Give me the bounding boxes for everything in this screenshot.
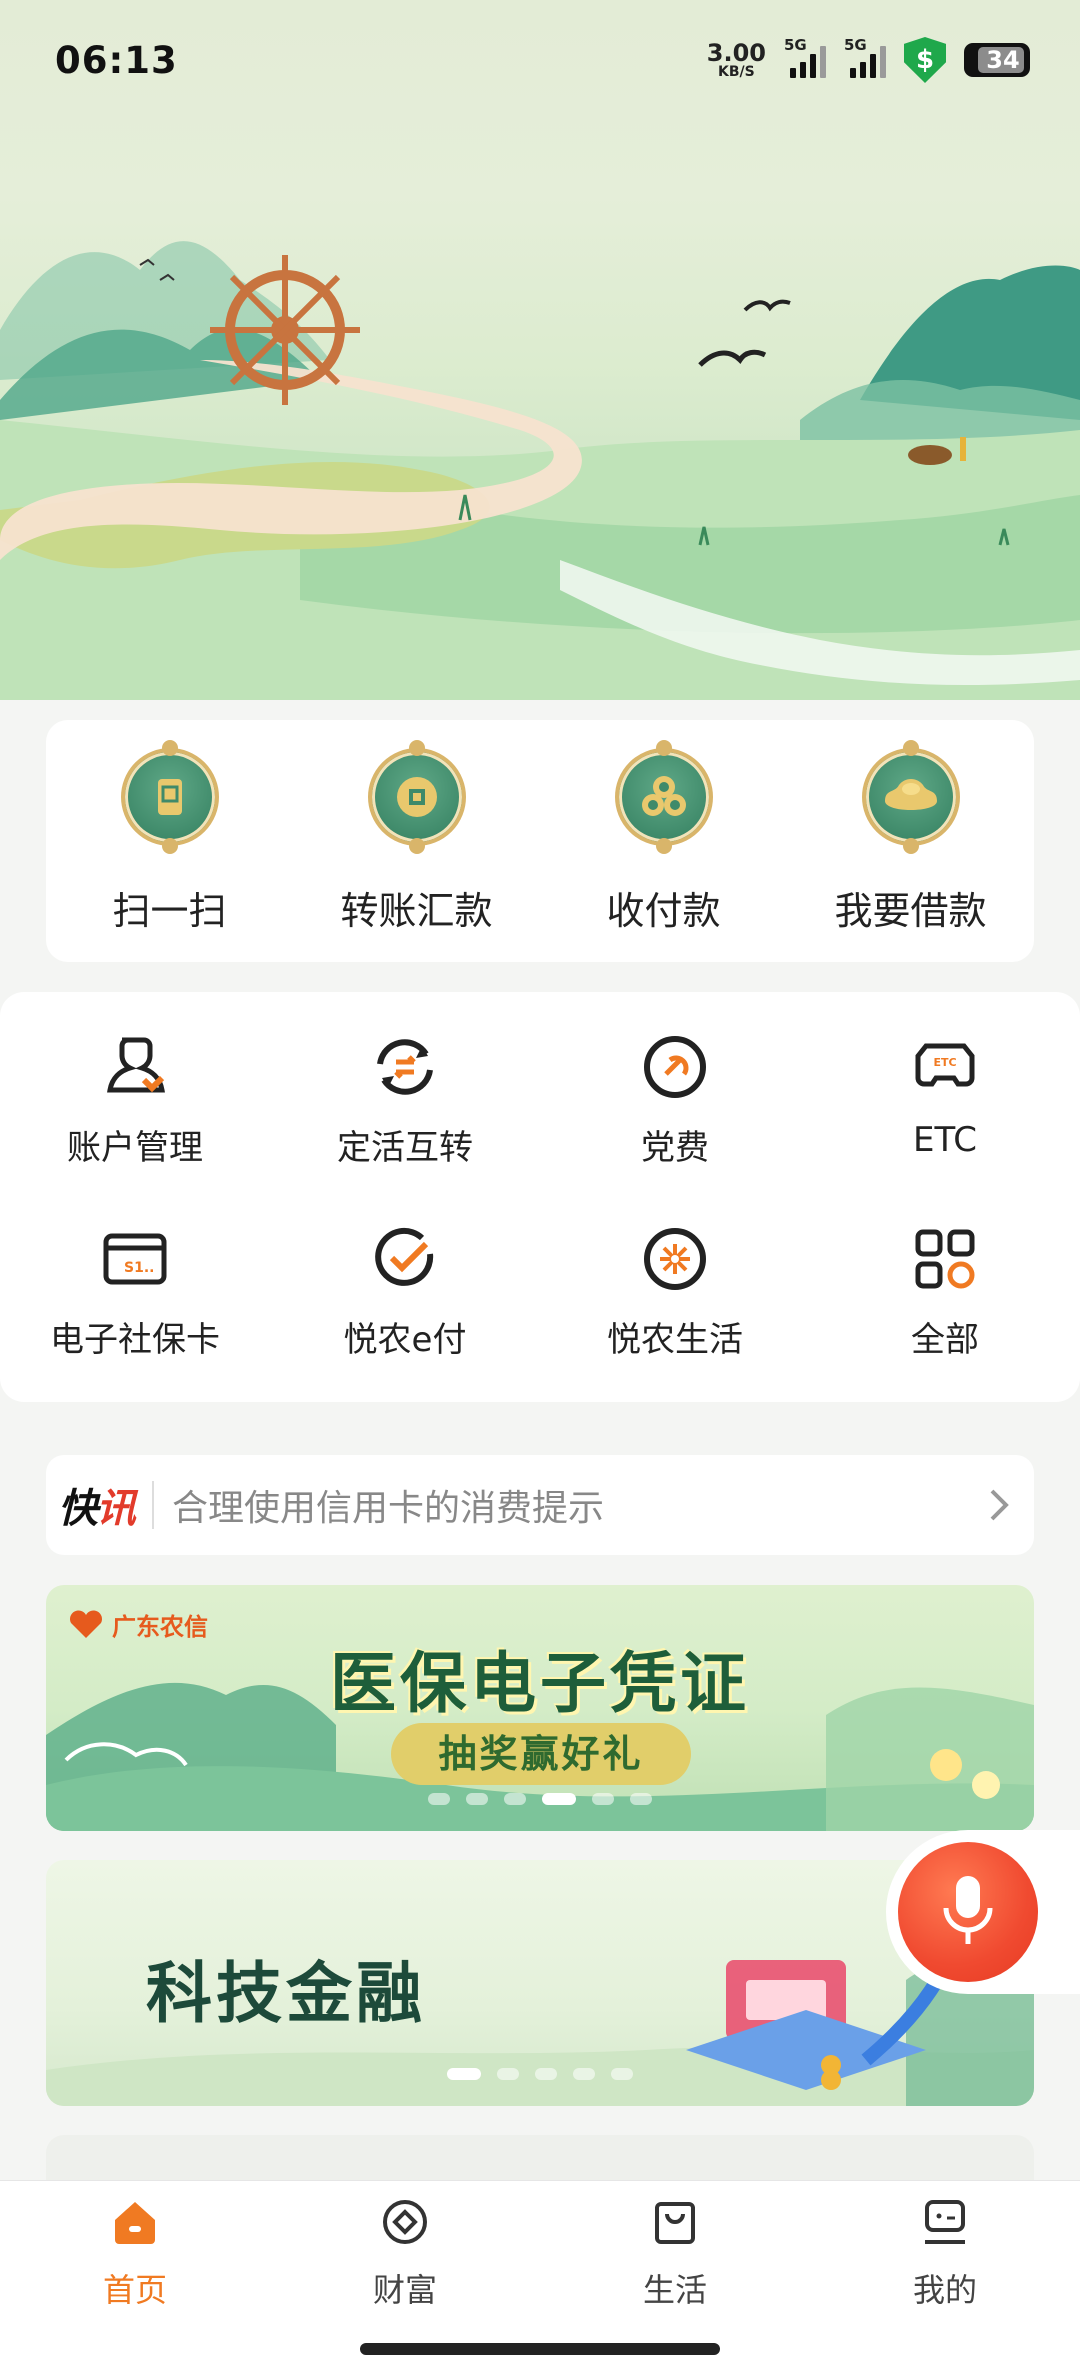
battery-level: 34 — [986, 46, 1020, 74]
carousel-dots — [46, 1793, 1034, 1805]
svg-text:ETC: ETC — [933, 1056, 956, 1069]
svg-text:S1..: S1.. — [124, 1260, 154, 1276]
home-screen: 06:13 3.00 KB/S 5G 5G $ 34 扫一扫 转账汇款 收付款 … — [0, 0, 1080, 2376]
quick-action-label: 转账汇款 — [340, 888, 493, 933]
ticker-tag: 快讯 — [58, 1476, 136, 1534]
voice-assistant-button[interactable] — [886, 1830, 1080, 1994]
quick-action-scan[interactable]: 扫一扫 — [70, 739, 270, 935]
signal-2-icon: 5G — [844, 36, 886, 78]
signal-2-label: 5G — [844, 36, 867, 54]
service-label: 账户管理 — [67, 1128, 203, 1168]
signal-1-label: 5G — [784, 36, 807, 54]
ticker-message: 合理使用信用卡的消费提示 — [172, 1488, 605, 1529]
payment-icon — [614, 739, 713, 854]
net-speed-unit: KB/S — [718, 64, 755, 80]
quick-action-loan[interactable]: 我要借款 — [811, 739, 1011, 935]
tab-life[interactable]: 生活 — [540, 2181, 810, 2321]
status-icons: 3.00 KB/S 5G 5G $ 34 — [707, 36, 1030, 83]
service-label: ETC — [913, 1120, 977, 1160]
profile-icon — [916, 2193, 974, 2251]
bottom-tab-bar: 首页 财富 生活 我的 — [0, 2180, 1080, 2376]
wealth-icon — [376, 2193, 434, 2251]
status-bar: 06:13 3.00 KB/S 5G 5G $ 34 — [0, 0, 1080, 120]
quick-actions-card: 扫一扫 转账汇款 收付款 我要借款 — [46, 720, 1034, 962]
ticker-tag-accent: 讯 — [96, 1486, 136, 1532]
tab-label: 财富 — [372, 2271, 437, 2309]
status-time: 06:13 — [55, 38, 178, 82]
service-party-fee[interactable]: 党费 — [540, 1032, 810, 1169]
ship-wheel-icon — [210, 255, 360, 405]
service-label: 全部 — [911, 1320, 979, 1360]
party-fee-icon — [640, 1032, 710, 1102]
service-fixed-current-exchange[interactable]: 定活互转 — [270, 1032, 540, 1169]
tab-label: 我的 — [912, 2271, 977, 2309]
tab-profile[interactable]: 我的 — [810, 2181, 1080, 2321]
quick-action-transfer[interactable]: 转账汇款 — [317, 739, 517, 935]
life-icon — [640, 1224, 710, 1294]
chevron-right-icon — [990, 1489, 1009, 1521]
service-label: 悦农e付 — [343, 1320, 467, 1360]
net-speed-value: 3.00 — [706, 39, 766, 67]
transfer-icon — [367, 739, 466, 854]
exchange-icon — [370, 1032, 440, 1102]
service-label: 电子社保卡 — [50, 1320, 220, 1360]
banner1-subtitle: 抽奖赢好礼 — [391, 1723, 691, 1785]
banner2-title: 科技金融 — [146, 1955, 426, 2032]
microphone-icon — [898, 1842, 1038, 1982]
social-security-card-icon: S1.. — [100, 1224, 170, 1294]
promo-banner-tech-finance[interactable]: 科技金融 — [46, 1860, 1034, 2106]
battery-icon: 34 — [964, 43, 1030, 77]
service-epay[interactable]: 悦农e付 — [270, 1224, 540, 1361]
quick-action-label: 我要借款 — [834, 888, 987, 933]
promo-banner-medical-insurance[interactable]: 广东农信 医保电子凭证 抽奖赢好礼 — [46, 1585, 1034, 1831]
news-ticker[interactable]: 快讯 合理使用信用卡的消费提示 — [46, 1455, 1034, 1555]
quick-action-label: 扫一扫 — [112, 888, 227, 933]
service-life[interactable]: 悦农生活 — [540, 1224, 810, 1361]
service-all[interactable]: 全部 — [810, 1224, 1080, 1361]
quick-action-label: 收付款 — [606, 888, 721, 933]
loan-icon — [861, 739, 960, 854]
etc-car-icon: ETC — [910, 1032, 980, 1102]
service-account-management[interactable]: 账户管理 — [0, 1032, 270, 1169]
services-grid: 账户管理 定活互转 党费 ETC ETC S1.. 电子社保卡 悦农e付 悦农生… — [0, 992, 1080, 1402]
life-bag-icon — [646, 2193, 704, 2251]
ticker-tag-main: 快 — [58, 1486, 98, 1532]
carousel-dots — [46, 2068, 1034, 2080]
security-shield-icon: $ — [904, 37, 946, 83]
service-social-security-card[interactable]: S1.. 电子社保卡 — [0, 1224, 270, 1361]
service-label: 党费 — [641, 1128, 709, 1168]
quick-action-payment[interactable]: 收付款 — [564, 739, 764, 935]
net-speed: 3.00 KB/S — [707, 41, 766, 79]
tab-label: 生活 — [642, 2271, 707, 2309]
tab-wealth[interactable]: 财富 — [270, 2181, 540, 2321]
signal-1-icon: 5G — [784, 36, 826, 78]
service-label: 悦农生活 — [607, 1320, 743, 1360]
banner1-title: 医保电子凭证 — [330, 1645, 750, 1722]
service-etc[interactable]: ETC ETC — [810, 1032, 1080, 1169]
hero-banner: 06:13 3.00 KB/S 5G 5G $ 34 — [0, 0, 1080, 700]
home-indicator — [360, 2343, 720, 2355]
account-icon — [100, 1032, 170, 1102]
all-grid-icon — [910, 1224, 980, 1294]
ticker-divider — [152, 1481, 154, 1529]
service-label: 定活互转 — [337, 1128, 473, 1168]
home-icon — [106, 2193, 164, 2251]
tab-home[interactable]: 首页 — [0, 2181, 270, 2321]
tab-label: 首页 — [102, 2271, 167, 2309]
scan-icon — [120, 739, 219, 854]
epay-icon — [370, 1224, 440, 1294]
